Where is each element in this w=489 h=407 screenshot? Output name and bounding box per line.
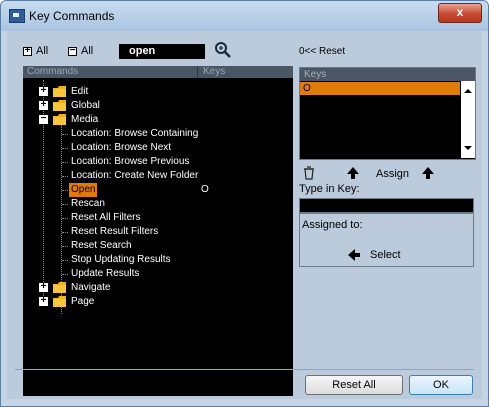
tree-command-open[interactable]: Open O [23,183,293,197]
collapse-media-icon[interactable]: − [39,114,48,124]
tree-label: Location: Browse Containing [71,128,199,139]
tree-label: Reset Search [71,240,132,251]
tree-command-update-results[interactable]: Update Results [23,267,293,281]
tree-connector [62,274,68,275]
tree-folder-global[interactable]: + Global [23,99,293,113]
tree-header: Commands Keys [23,66,293,78]
tree-command-browse-containing[interactable]: Location: Browse Containing [23,127,293,141]
tree-label: Page [71,296,95,307]
tree-command-stop-updating-results[interactable]: Stop Updating Results [23,253,293,267]
title-bar[interactable]: Key Commands x [1,1,488,31]
expand-all-label[interactable]: All [36,45,48,57]
scroll-down-icon[interactable] [464,146,472,150]
header-divider [197,66,198,78]
search-magnifier-icon[interactable] [214,41,232,59]
assign-button[interactable]: Assign [376,168,409,180]
folder-open-icon [53,114,66,125]
tree-connector [62,218,68,219]
expand-global-icon[interactable]: + [39,100,48,110]
scroll-up-icon[interactable] [464,89,472,93]
assigned-to-label: Assigned to: [302,219,363,231]
tree-connector [62,134,68,135]
tree-connector [62,190,68,191]
expand-all-icon[interactable]: + [23,45,32,56]
tree-label: Rescan [71,198,105,209]
reset-all-button[interactable]: Reset All [305,375,403,395]
expand-edit-icon[interactable]: + [39,86,48,96]
collapse-all-icon[interactable]: − [68,45,77,56]
delete-key-icon[interactable] [303,166,315,180]
select-button[interactable]: Select [370,249,401,261]
tree-connector [62,232,68,233]
tree-connector [62,204,68,205]
tree-label: Edit [71,86,89,97]
tree-connector [62,246,68,247]
tree-connector [62,176,68,177]
tree-folder-media[interactable]: − Media [23,113,293,127]
tree-command-create-new-folder[interactable]: Location: Create New Folder [23,169,293,183]
collapse-all-label[interactable]: All [81,45,93,57]
folder-icon [53,282,66,293]
close-button[interactable]: x [438,3,482,23]
tree-label: Stop Updating Results [71,254,171,265]
tree-command-browse-previous[interactable]: Location: Browse Previous [23,155,293,169]
tree-label: Location: Browse Next [71,142,172,153]
keys-list-header: Keys [300,68,475,81]
arrow-up-icon[interactable] [347,167,359,179]
bottom-divider [15,369,474,370]
keys-scrollbar[interactable] [461,81,475,158]
window-title: Key Commands [29,9,115,23]
tree-command-reset-search[interactable]: Reset Search [23,239,293,253]
keys-column-header[interactable]: Keys [203,66,225,77]
tree-label: Reset Result Filters [71,226,159,237]
tree-folder-edit[interactable]: + Edit [23,85,293,99]
commands-column-header[interactable]: Commands [27,66,78,77]
tree-label: Update Results [71,268,140,279]
tree-command-reset-result-filters[interactable]: Reset Result Filters [23,225,293,239]
key-commands-window: Key Commands x + All − All open 0<< Rese… [0,0,489,407]
expand-navigate-icon[interactable]: + [39,282,48,292]
dialog-body: + All − All open 0<< Reset Commands Keys… [7,31,482,399]
commands-tree[interactable]: Commands Keys + Edit + Global − Media Lo… [23,66,293,396]
tree-label: Location: Create New Folder [71,170,199,181]
app-icon [9,9,25,23]
folder-icon [53,86,66,97]
expand-page-icon[interactable]: + [39,296,48,306]
tree-label: Media [71,114,99,125]
arrow-left-icon[interactable] [348,249,360,261]
search-input[interactable]: open [119,44,205,59]
folder-icon [53,296,66,307]
tree-command-browse-next[interactable]: Location: Browse Next [23,141,293,155]
tree-connector [62,162,68,163]
tree-label: Global [71,100,100,111]
tree-connector [62,148,68,149]
tree-connector [62,260,68,261]
tree-folder-navigate[interactable]: + Navigate [23,281,293,295]
reset-search-button[interactable]: 0<< Reset [299,46,345,57]
tree-command-rescan[interactable]: Rescan [23,197,293,211]
type-in-key-label: Type in Key: [299,183,360,195]
type-in-key-field[interactable] [299,198,474,213]
keys-list-item[interactable]: O [300,82,460,95]
folder-icon [53,100,66,111]
assign-row: Assign [299,166,474,182]
tree-label: Reset All Filters [71,212,141,223]
arrow-up-icon[interactable] [422,167,434,179]
tree-label-selected: Open [69,183,98,197]
tree-key-value: O [201,184,209,195]
tree-command-reset-all-filters[interactable]: Reset All Filters [23,211,293,225]
tree-folder-page[interactable]: + Page [23,295,293,309]
tree-label: Navigate [71,282,111,293]
tree-label: Location: Browse Previous [71,156,190,167]
ok-button[interactable]: OK [409,375,473,395]
assigned-to-panel: Assigned to: Select [299,213,474,267]
keys-list[interactable]: Keys O [299,67,476,160]
